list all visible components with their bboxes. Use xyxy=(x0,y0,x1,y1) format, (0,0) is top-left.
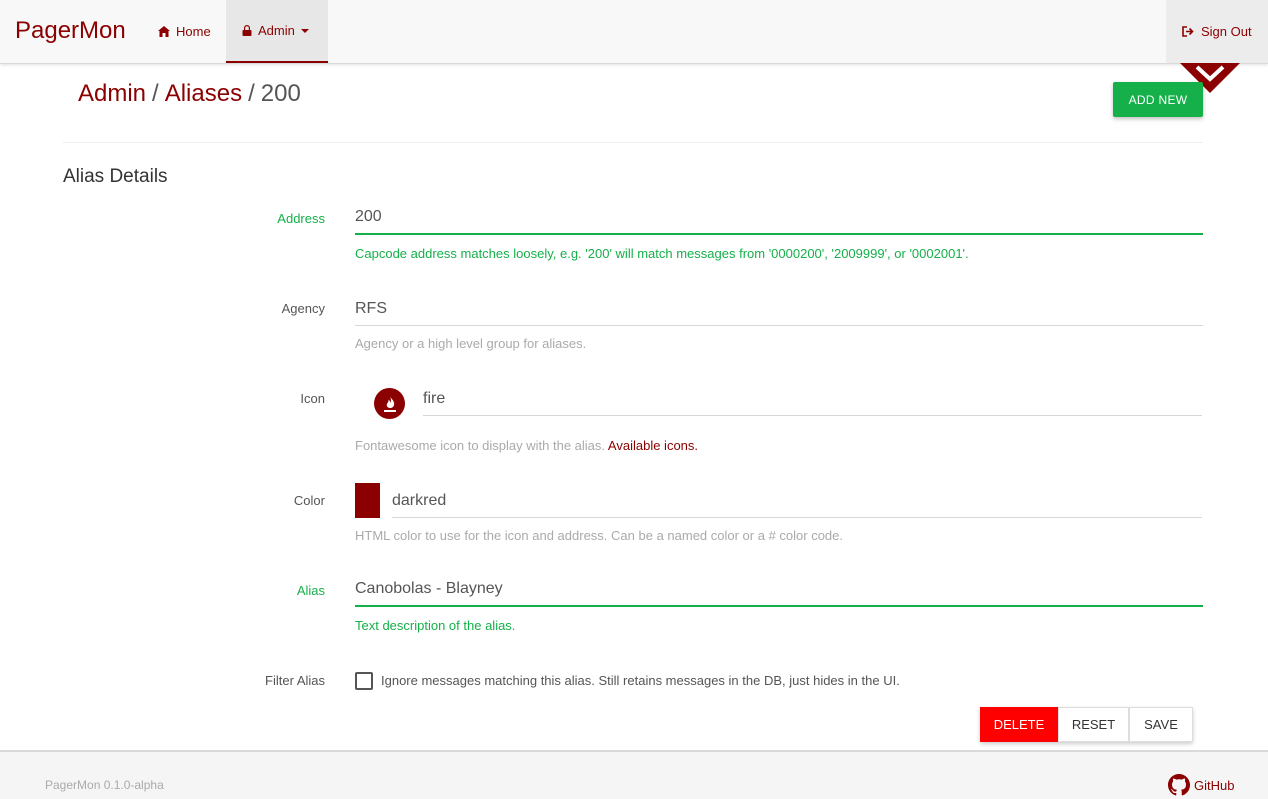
section-title: Alias Details xyxy=(63,166,168,187)
github-label: GitHub xyxy=(1194,777,1235,793)
nav-signout[interactable]: Sign Out xyxy=(1166,0,1268,63)
agency-label: Agency xyxy=(281,301,325,316)
brand-logo[interactable]: PagerMon xyxy=(15,17,126,45)
color-swatch xyxy=(355,483,380,518)
lock-icon xyxy=(242,25,252,36)
agency-field[interactable] xyxy=(355,292,1203,326)
address-help: Capcode address matches loosely, e.g. '2… xyxy=(355,246,969,261)
color-field[interactable] xyxy=(392,484,1202,518)
caret-down-icon xyxy=(300,28,309,33)
breadcrumb-separator: / xyxy=(152,80,159,107)
icon-help: Fontawesome icon to display with the ali… xyxy=(355,438,698,453)
version-text: PagerMon 0.1.0-alpha xyxy=(45,778,164,792)
alias-help: Text description of the alias. xyxy=(355,618,516,633)
action-button-group: DELETE RESET SAVE xyxy=(980,707,1193,742)
github-icon xyxy=(1168,774,1190,796)
breadcrumb-current: 200 xyxy=(260,80,301,107)
nav-home-label: Home xyxy=(176,23,211,39)
github-link[interactable]: GitHub xyxy=(1168,774,1234,796)
footer: PagerMon 0.1.0-alpha GitHub xyxy=(0,750,1268,799)
available-icons-link[interactable]: Available icons. xyxy=(608,438,698,453)
icon-help-text: Fontawesome icon to display with the ali… xyxy=(355,438,606,453)
breadcrumb-aliases[interactable]: Aliases xyxy=(165,80,242,107)
breadcrumb-separator: / xyxy=(248,80,255,107)
address-label: Address xyxy=(277,211,325,226)
fire-icon xyxy=(374,388,405,419)
filter-alias-label: Filter Alias xyxy=(265,673,325,688)
sign-out-icon xyxy=(1182,26,1194,37)
address-field[interactable] xyxy=(355,201,1203,235)
nav-admin-label: Admin xyxy=(258,23,295,38)
navbar: PagerMon Home Admin Sign Out xyxy=(0,0,1268,64)
save-button[interactable]: SAVE xyxy=(1129,707,1193,742)
divider xyxy=(63,142,1203,143)
reset-button[interactable]: RESET xyxy=(1058,707,1129,742)
color-help: HTML color to use for the icon and addre… xyxy=(355,528,844,543)
add-new-button[interactable]: ADD NEW xyxy=(1113,82,1203,117)
home-icon xyxy=(158,25,170,37)
filter-alias-checkbox[interactable] xyxy=(355,672,373,690)
nav-signout-label: Sign Out xyxy=(1201,24,1252,39)
breadcrumb: Admin / Aliases/200 xyxy=(78,80,301,108)
nav-home[interactable]: Home xyxy=(142,0,227,62)
icon-field[interactable] xyxy=(423,382,1202,416)
filter-alias-checkbox-label[interactable]: Ignore messages matching this alias. Sti… xyxy=(381,673,900,688)
icon-label: Icon xyxy=(300,391,325,406)
agency-help: Agency or a high level group for aliases… xyxy=(355,336,587,351)
delete-button[interactable]: DELETE xyxy=(980,707,1058,742)
alias-field[interactable] xyxy=(355,573,1203,607)
alias-label: Alias xyxy=(296,583,325,598)
breadcrumb-admin[interactable]: Admin xyxy=(78,80,146,107)
nav-admin-dropdown[interactable]: Admin xyxy=(226,0,328,63)
color-label: Color xyxy=(293,493,325,508)
